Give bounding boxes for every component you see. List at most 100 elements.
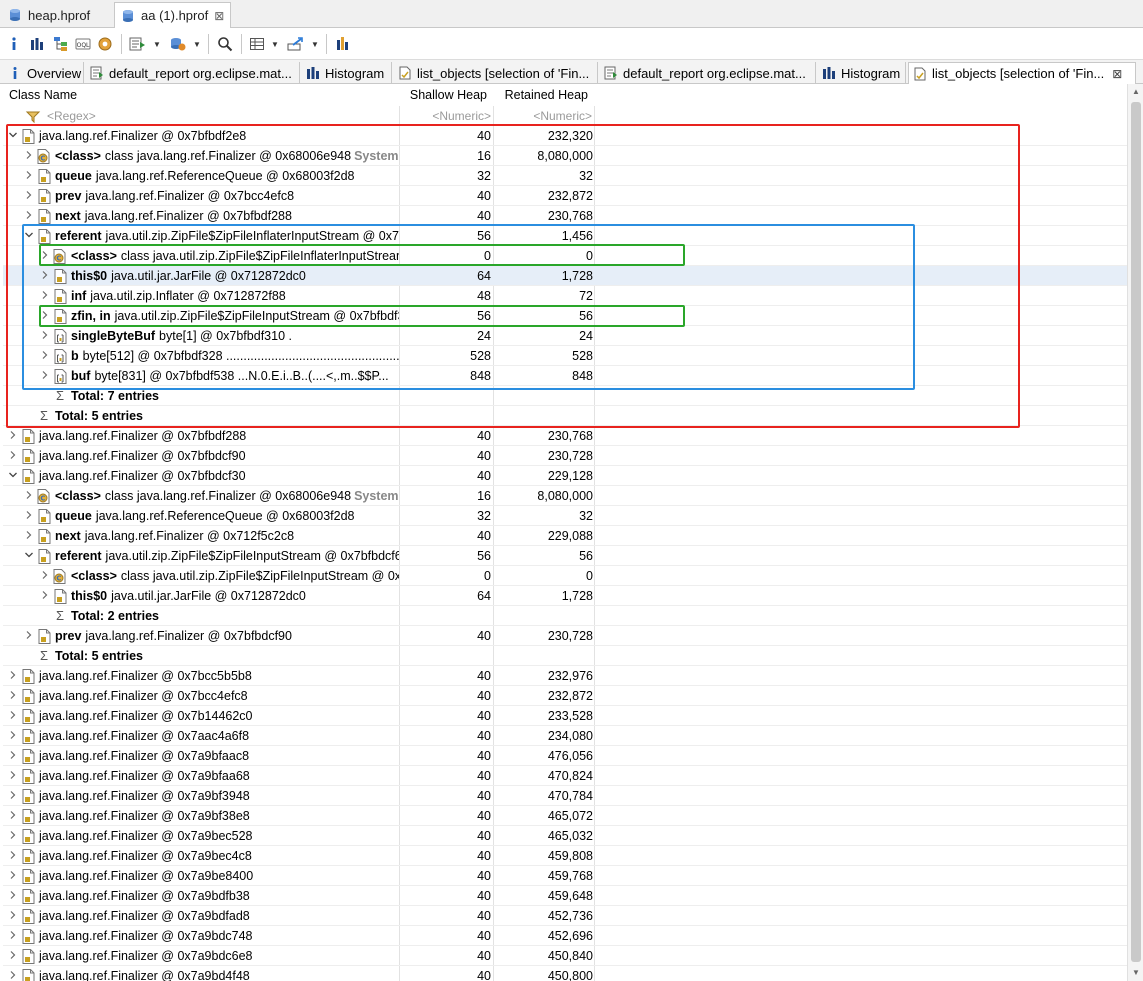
scroll-down-icon[interactable]: ▼ <box>1128 965 1143 981</box>
expand-arrow-icon[interactable] <box>7 946 19 966</box>
expand-arrow-icon[interactable] <box>7 686 19 706</box>
collapse-arrow-icon[interactable] <box>23 226 35 246</box>
expand-arrow-icon[interactable] <box>23 506 35 526</box>
table-row[interactable]: java.lang.ref.Finalizer @ 0x7aac4a6f8 40 2… <box>3 726 1127 746</box>
expand-arrow-icon[interactable] <box>39 266 51 286</box>
total-row[interactable]: Σ Total: 2 entries <box>3 606 1127 626</box>
expand-arrow-icon[interactable] <box>7 726 19 746</box>
table-row[interactable]: C <class> class java.util.zip.ZipFile$ZipF… <box>3 566 1127 586</box>
expand-arrow-icon[interactable] <box>39 286 51 306</box>
table-row[interactable]: java.lang.ref.Finalizer @ 0x7a9bdfad8 40 4… <box>3 906 1127 926</box>
expand-arrow-icon[interactable] <box>23 486 35 506</box>
table-row[interactable]: next java.lang.ref.Finalizer @ 0x712f5c2c… <box>3 526 1127 546</box>
table-row[interactable]: this$0 java.util.jar.JarFile @ 0x712872dc… <box>3 586 1127 606</box>
thread-overview-icon[interactable] <box>96 33 114 55</box>
dropdown-arrow-icon[interactable]: ▼ <box>270 33 280 55</box>
expand-arrow-icon[interactable] <box>7 446 19 466</box>
retained-filter-input[interactable]: <Numeric> <box>493 106 592 126</box>
table-row[interactable]: C <class> class java.lang.ref.Finalizer @ … <box>3 486 1127 506</box>
column-header-class-name[interactable]: Class Name <box>3 84 399 106</box>
editor-tab-aa-hprof[interactable]: aa (1).hprof ⊠ <box>114 2 232 28</box>
expand-arrow-icon[interactable] <box>39 566 51 586</box>
expand-arrow-icon[interactable] <box>7 846 19 866</box>
expand-arrow-icon[interactable] <box>7 886 19 906</box>
run-report-icon[interactable] <box>127 33 147 55</box>
table-row[interactable]: queue java.lang.ref.ReferenceQueue @ 0x68… <box>3 506 1127 526</box>
table-row[interactable]: next java.lang.ref.Finalizer @ 0x7bfbdf28… <box>3 206 1127 226</box>
expand-arrow-icon[interactable] <box>7 666 19 686</box>
expand-arrow-icon[interactable] <box>39 306 51 326</box>
tab-default-report[interactable]: default_report org.eclipse.mat... <box>86 62 300 84</box>
expand-arrow-icon[interactable] <box>39 326 51 346</box>
regex-filter-input[interactable]: <Regex> <box>47 106 387 126</box>
expand-arrow-icon[interactable] <box>23 166 35 186</box>
expand-arrow-icon[interactable] <box>23 526 35 546</box>
table-row[interactable]: java.lang.ref.Finalizer @ 0x7bcc4efc8 40 2… <box>3 686 1127 706</box>
table-row[interactable]: queue java.lang.ref.ReferenceQueue @ 0x68… <box>3 166 1127 186</box>
column-header-retained-heap[interactable]: Retained Heap <box>493 84 594 106</box>
table-row[interactable]: buf byte[831] @ 0x7bfbdf538 ...N.0.E.i..B… <box>3 366 1127 386</box>
table-row[interactable]: zfin, in java.util.zip.ZipFile$ZipFileInp… <box>3 306 1127 326</box>
query-browser-icon[interactable] <box>168 33 188 55</box>
heap-dump-icon[interactable] <box>334 33 354 55</box>
table-row[interactable]: java.lang.ref.Finalizer @ 0x7a9bfaa68 40 4… <box>3 766 1127 786</box>
table-row[interactable]: java.lang.ref.Finalizer @ 0x7a9bdfb38 40 4… <box>3 886 1127 906</box>
tab-list-objects[interactable]: list_objects [selection of 'Fin... <box>394 62 598 84</box>
expand-arrow-icon[interactable] <box>39 366 51 386</box>
table-row[interactable]: java.lang.ref.Finalizer @ 0x7b14462c0 40 2… <box>3 706 1127 726</box>
expand-arrow-icon[interactable] <box>23 206 35 226</box>
expand-arrow-icon[interactable] <box>7 826 19 846</box>
export-icon[interactable] <box>286 33 306 55</box>
tab-overview[interactable]: Overview <box>4 62 84 84</box>
table-row[interactable]: java.lang.ref.Finalizer @ 0x7a9be8400 40 4… <box>3 866 1127 886</box>
group-result-icon[interactable] <box>248 33 266 55</box>
table-row[interactable]: java.lang.ref.Finalizer @ 0x7bfbdcf90 40 2… <box>3 446 1127 466</box>
table-row[interactable]: java.lang.ref.Finalizer @ 0x7a9bd4f48 40 4… <box>3 966 1127 981</box>
expand-arrow-icon[interactable] <box>7 746 19 766</box>
collapse-arrow-icon[interactable] <box>7 466 19 486</box>
table-row[interactable]: java.lang.ref.Finalizer @ 0x7a9bfaac8 40 4… <box>3 746 1127 766</box>
table-row[interactable]: referent java.util.zip.ZipFile$ZipFileInf… <box>3 226 1127 246</box>
table-row[interactable]: java.lang.ref.Finalizer @ 0x7a9bf38e8 40 4… <box>3 806 1127 826</box>
column-header-shallow-heap[interactable]: Shallow Heap <box>399 84 493 106</box>
expand-arrow-icon[interactable] <box>7 806 19 826</box>
table-row[interactable]: referent java.util.zip.ZipFile$ZipFileInp… <box>3 546 1127 566</box>
table-row[interactable]: java.lang.ref.Finalizer @ 0x7a9bf3948 40 4… <box>3 786 1127 806</box>
table-row[interactable]: java.lang.ref.Finalizer @ 0x7a9bec4c8 40 4… <box>3 846 1127 866</box>
expand-arrow-icon[interactable] <box>39 346 51 366</box>
scroll-up-icon[interactable]: ▲ <box>1128 84 1143 100</box>
table-row[interactable]: prev java.lang.ref.Finalizer @ 0x7bcc4efc… <box>3 186 1127 206</box>
collapse-arrow-icon[interactable] <box>7 126 19 146</box>
table-row[interactable]: java.lang.ref.Finalizer @ 0x7bfbdcf30 40 2… <box>3 466 1127 486</box>
table-row[interactable]: java.lang.ref.Finalizer @ 0x7bfbdf2e8 40 2… <box>3 126 1127 146</box>
table-row[interactable]: java.lang.ref.Finalizer @ 0x7a9bdc748 40 4… <box>3 926 1127 946</box>
collapse-arrow-icon[interactable] <box>23 546 35 566</box>
dropdown-arrow-icon[interactable]: ▼ <box>192 33 202 55</box>
shallow-filter-input[interactable]: <Numeric> <box>399 106 491 126</box>
editor-tab-heap-hprof[interactable]: heap.hprof <box>2 2 96 28</box>
expand-arrow-icon[interactable] <box>23 186 35 206</box>
table-row[interactable]: java.lang.ref.Finalizer @ 0x7a9bec528 40 4… <box>3 826 1127 846</box>
table-row[interactable]: singleByteBuf byte[1] @ 0x7bfbdf310 . 24 24 <box>3 326 1127 346</box>
table-row[interactable]: inf java.util.zip.Inflater @ 0x712872f88 4… <box>3 286 1127 306</box>
histogram-icon[interactable] <box>28 33 46 55</box>
dropdown-arrow-icon[interactable]: ▼ <box>152 33 162 55</box>
dropdown-arrow-icon[interactable]: ▼ <box>310 33 320 55</box>
expand-arrow-icon[interactable] <box>23 146 35 166</box>
info-icon[interactable] <box>6 33 22 55</box>
tab-default-report-2[interactable]: default_report org.eclipse.mat... <box>600 62 816 84</box>
expand-arrow-icon[interactable] <box>7 766 19 786</box>
tab-histogram[interactable]: Histogram <box>302 62 392 84</box>
dominator-tree-icon[interactable] <box>52 33 70 55</box>
expand-arrow-icon[interactable] <box>7 706 19 726</box>
scrollbar-thumb[interactable] <box>1131 102 1141 962</box>
search-icon[interactable] <box>215 33 235 55</box>
table-row[interactable]: java.lang.ref.Finalizer @ 0x7bcc5b5b8 40 2… <box>3 666 1127 686</box>
expand-arrow-icon[interactable] <box>7 426 19 446</box>
tab-histogram-2[interactable]: Histogram <box>818 62 906 84</box>
table-row[interactable]: java.lang.ref.Finalizer @ 0x7a9bdc6e8 40 4… <box>3 946 1127 966</box>
table-row[interactable]: C <class> class java.lang.ref.Finalizer @ … <box>3 146 1127 166</box>
expand-arrow-icon[interactable] <box>7 906 19 926</box>
table-row[interactable]: b byte[512] @ 0x7bfbdf328 ...............… <box>3 346 1127 366</box>
total-row[interactable]: Σ Total: 7 entries <box>3 386 1127 406</box>
